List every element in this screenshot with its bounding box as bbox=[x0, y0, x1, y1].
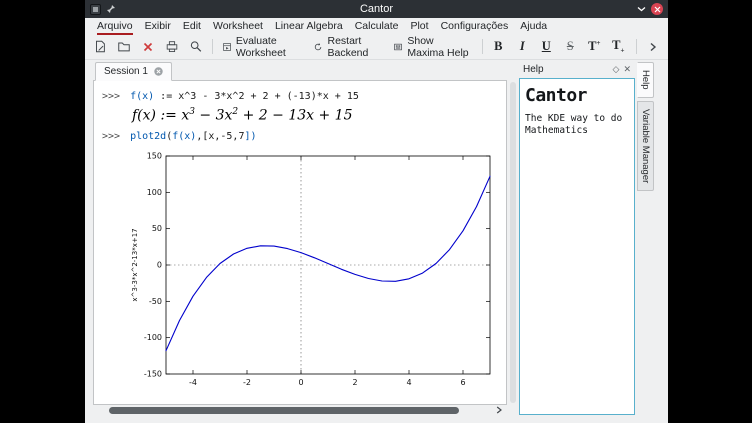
svg-text:150: 150 bbox=[147, 151, 162, 160]
svg-text:6: 6 bbox=[460, 378, 465, 387]
titlebar[interactable]: Cantor bbox=[85, 0, 668, 18]
strikethrough-button[interactable]: S bbox=[559, 36, 581, 58]
cantor-window: Cantor Arquivo Exibir Edit Worksheet Lin… bbox=[85, 0, 668, 423]
zoom-button[interactable] bbox=[185, 36, 207, 58]
menu-calculate[interactable]: Calculate bbox=[349, 19, 405, 34]
svg-text:50: 50 bbox=[152, 224, 162, 233]
pin-icon[interactable] bbox=[106, 4, 116, 14]
help-panel-body: Cantor The KDE way to do Mathematics bbox=[519, 78, 635, 415]
dock-tab-strip: Help Variable Manager bbox=[637, 60, 654, 415]
close-icon bbox=[654, 6, 661, 13]
window-title: Cantor bbox=[121, 3, 632, 15]
plot-image: -4 -2 0 2 4 6 -150 -100 -50 0 50 100 150 x^3-3*x^2-13… bbox=[126, 148, 498, 398]
help-text: The KDE way to do Mathematics bbox=[525, 113, 629, 138]
new-worksheet-icon bbox=[93, 39, 107, 54]
command-entry-2[interactable]: >>> plot2d(f(x),[x,-5,7]) bbox=[102, 131, 506, 142]
session-tabbar: Session 1 bbox=[93, 60, 507, 80]
scroll-right-icon bbox=[496, 406, 502, 414]
svg-text:-50: -50 bbox=[149, 296, 162, 305]
help-panel: Help ◇ ✕ Cantor The KDE way to do Mathem… bbox=[519, 60, 635, 415]
menu-ajuda[interactable]: Ajuda bbox=[514, 19, 553, 34]
float-icon[interactable]: ◇ bbox=[613, 65, 620, 74]
print-icon bbox=[165, 39, 179, 54]
tab-session-1[interactable]: Session 1 bbox=[95, 62, 172, 81]
tab-help[interactable]: Help bbox=[637, 62, 654, 98]
scrollbar-track[interactable] bbox=[95, 406, 491, 414]
worksheet-canvas[interactable]: >>> f(x) := x^3 - 3*x^2 + 2 + (-13)*x + … bbox=[93, 80, 507, 405]
vertical-scrollbar-thumb[interactable] bbox=[510, 82, 516, 403]
svg-text:-150: -150 bbox=[144, 369, 162, 378]
evaluate-worksheet-button[interactable]: Evaluate Worksheet bbox=[218, 36, 308, 58]
tab-close-icon[interactable] bbox=[154, 67, 163, 76]
svg-text:100: 100 bbox=[147, 187, 162, 196]
session-tab-label: Session 1 bbox=[104, 66, 148, 77]
vertical-scrollbar[interactable] bbox=[509, 60, 517, 415]
svg-text:2: 2 bbox=[352, 378, 357, 387]
main-area: Session 1 >>> f(x) := x^3 - 3*x^2 + 2 + … bbox=[85, 60, 668, 423]
show-maxima-help-button[interactable]: Show Maxima Help bbox=[389, 36, 476, 58]
chevron-down-icon[interactable] bbox=[637, 6, 646, 12]
open-icon bbox=[117, 39, 131, 54]
bold-button[interactable]: B bbox=[487, 36, 509, 58]
help-heading: Cantor bbox=[525, 85, 629, 106]
superscript-button[interactable]: T+ bbox=[583, 36, 605, 58]
svg-text:0: 0 bbox=[157, 260, 162, 269]
command-text-2: plot2d(f(x),[x,-5,7]) bbox=[130, 131, 256, 142]
svg-text:4: 4 bbox=[406, 378, 411, 387]
help-panel-header[interactable]: Help ◇ ✕ bbox=[519, 60, 635, 78]
evaluate-icon bbox=[222, 40, 232, 54]
restart-icon bbox=[313, 40, 323, 54]
toolbar-overflow-button[interactable] bbox=[642, 36, 664, 58]
close-button[interactable] bbox=[651, 3, 663, 15]
menu-linear-algebra[interactable]: Linear Algebra bbox=[269, 19, 349, 34]
dock-close-icon[interactable]: ✕ bbox=[623, 65, 631, 74]
menu-exibir[interactable]: Exibir bbox=[139, 19, 177, 34]
menu-worksheet[interactable]: Worksheet bbox=[207, 19, 269, 34]
zoom-icon bbox=[189, 39, 203, 54]
open-button[interactable] bbox=[113, 36, 135, 58]
evaluate-label: Evaluate Worksheet bbox=[236, 35, 304, 59]
command-text-1: f(x) := x^3 - 3*x^2 + 2 + (-13)*x + 15 bbox=[130, 91, 359, 102]
delete-icon bbox=[141, 40, 155, 54]
menu-edit[interactable]: Edit bbox=[177, 19, 207, 34]
toolbar-separator bbox=[482, 39, 483, 54]
print-button[interactable] bbox=[161, 36, 183, 58]
worksheet-column: Session 1 >>> f(x) := x^3 - 3*x^2 + 2 + … bbox=[93, 60, 507, 415]
toolbar-separator bbox=[212, 39, 213, 54]
svg-text:0: 0 bbox=[298, 378, 303, 387]
maxima-help-icon bbox=[393, 40, 403, 54]
prompt: >>> bbox=[102, 91, 120, 102]
prompt: >>> bbox=[102, 131, 120, 142]
scroll-right-button[interactable] bbox=[493, 406, 505, 414]
new-worksheet-button[interactable] bbox=[89, 36, 111, 58]
menu-plot[interactable]: Plot bbox=[404, 19, 434, 34]
italic-button[interactable]: I bbox=[511, 36, 533, 58]
help-panel-title: Help bbox=[523, 64, 609, 75]
svg-text:-2: -2 bbox=[243, 378, 251, 387]
svg-text:-100: -100 bbox=[144, 333, 162, 342]
close-worksheet-button[interactable] bbox=[137, 36, 159, 58]
menu-arquivo[interactable]: Arquivo bbox=[91, 19, 139, 34]
menubar: Arquivo Exibir Edit Worksheet Linear Alg… bbox=[85, 18, 668, 34]
restart-backend-button[interactable]: Restart Backend bbox=[309, 36, 387, 58]
rendered-math-output: f(x) := x3 − 3x2 + 2 − 13x + 15 bbox=[132, 107, 506, 124]
maxima-help-label: Show Maxima Help bbox=[407, 35, 472, 59]
svg-text:-4: -4 bbox=[189, 378, 197, 387]
svg-text:x^3-3*x^2-13*x+17: x^3-3*x^2-13*x+17 bbox=[131, 228, 139, 301]
underline-button[interactable]: U bbox=[535, 36, 557, 58]
toolbar-separator bbox=[636, 39, 637, 54]
command-entry-1[interactable]: >>> f(x) := x^3 - 3*x^2 + 2 + (-13)*x + … bbox=[102, 91, 506, 102]
app-icon bbox=[90, 4, 101, 15]
horizontal-scrollbar[interactable] bbox=[93, 405, 507, 415]
restart-label: Restart Backend bbox=[327, 35, 383, 59]
subscript-button[interactable]: T+ bbox=[607, 36, 629, 58]
tab-variable-manager[interactable]: Variable Manager bbox=[637, 101, 654, 191]
toolbar: Evaluate Worksheet Restart Backend Show … bbox=[85, 34, 668, 60]
scrollbar-thumb[interactable] bbox=[109, 407, 459, 414]
overflow-chevron-icon bbox=[649, 42, 657, 52]
plot-output: -4 -2 0 2 4 6 -150 -100 -50 0 50 100 150 x^3-3*x^2-13… bbox=[126, 148, 506, 398]
menu-configuracoes[interactable]: Configurações bbox=[435, 19, 515, 34]
